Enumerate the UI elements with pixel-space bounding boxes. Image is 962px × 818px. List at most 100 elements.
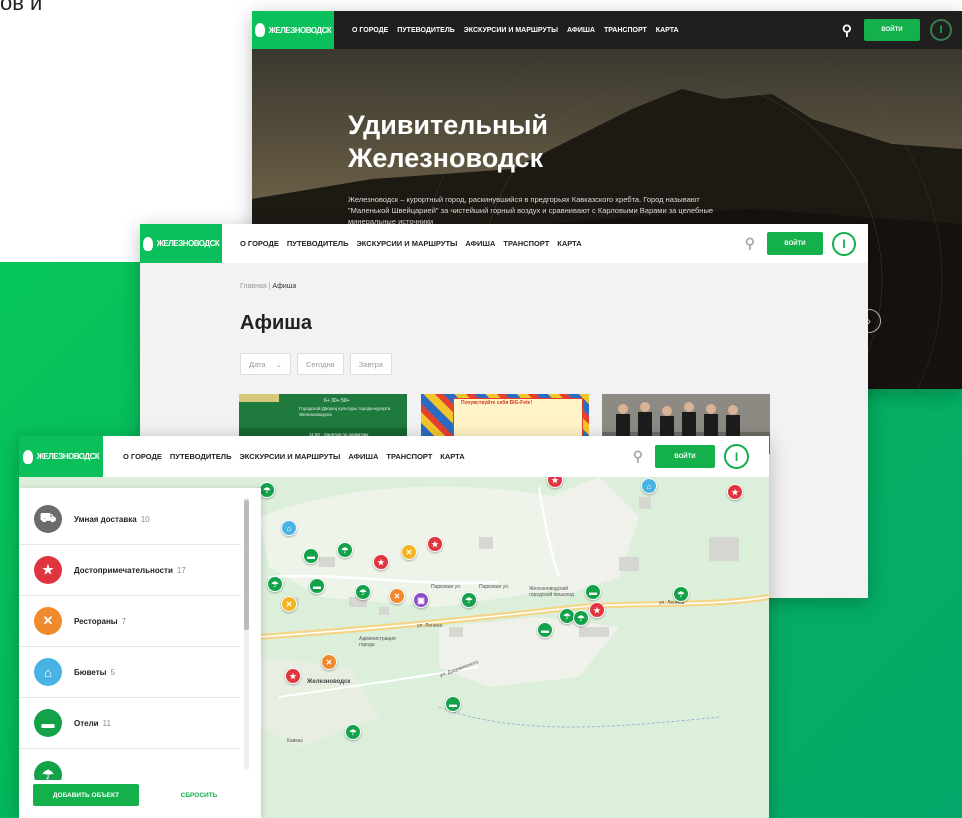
logo-text: ЖЕЛЕЗНОВОДСК	[36, 452, 100, 461]
logo-text: ЖЕЛЕЗНОВОДСК	[268, 25, 332, 35]
category-count: 10	[140, 514, 150, 524]
date-dropdown[interactable]: Дата ⌄	[240, 353, 291, 375]
map-pin-bed[interactable]: ▬	[303, 548, 319, 564]
search-icon[interactable]: ⚲	[745, 235, 755, 252]
category-label: Отели	[74, 718, 99, 728]
nav-item-about[interactable]: О ГОРОДЕ	[240, 239, 279, 248]
scrollbar-thumb[interactable]	[244, 500, 249, 630]
category-item[interactable]: ▬ Отели 11	[19, 698, 241, 749]
nav-item-map[interactable]: КАРТА	[557, 239, 581, 248]
category-count: 5	[110, 667, 115, 677]
nav-item-transport[interactable]: ТРАНСПОРТ	[503, 239, 549, 248]
map-pin-bed[interactable]: ▬	[309, 578, 325, 594]
street-label: Парковая ул.	[431, 584, 462, 590]
map-pin-umbrella[interactable]: ☂	[267, 576, 283, 592]
filter-today[interactable]: Сегодня	[296, 353, 344, 375]
map-pin-star[interactable]: ★	[427, 536, 443, 552]
add-object-button[interactable]: ДОБАВИТЬ ОБЪЕКТ	[33, 784, 139, 806]
map-pin-umbrella[interactable]: ☂	[355, 584, 371, 600]
cropped-heading-text: ов и	[0, 0, 43, 15]
nav-item-map[interactable]: КАРТА	[656, 27, 679, 34]
map-pin-umbrella[interactable]: ☂	[345, 724, 361, 740]
category-item[interactable]: ✕ Рестораны 7	[19, 596, 241, 647]
nav-item-transport[interactable]: ТРАНСПОРТ	[604, 27, 647, 34]
category-count: 11	[102, 718, 111, 728]
breadcrumb: Главная | Афиша	[240, 283, 297, 290]
map-pin-restaurant[interactable]: ✕	[389, 588, 405, 604]
hero-navbar: ЖЕЛЕЗНОВОДСК О ГОРОДЕ ПУТЕВОДИТЕЛЬ ЭКСКУ…	[252, 11, 962, 49]
nav-item-tours[interactable]: ЭКСКУРСИИ И МАРШРУТЫ	[356, 239, 457, 248]
map-pin-umbrella[interactable]: ☂	[673, 586, 689, 602]
map-pin-umbrella[interactable]: ☂	[337, 542, 353, 558]
map-pin-restaurant[interactable]: ✕	[281, 596, 297, 612]
filter-tomorrow[interactable]: Завтра	[349, 353, 392, 375]
nav-item-about[interactable]: О ГОРОДЕ	[352, 27, 388, 34]
nav-item-guide[interactable]: ПУТЕВОДИТЕЛЬ	[170, 452, 232, 461]
breadcrumb-current: Афиша	[272, 283, 297, 290]
fork-knife-icon: ✕	[34, 607, 62, 635]
nav-item-about[interactable]: О ГОРОДЕ	[123, 452, 162, 461]
map-navbar: ЖЕЛЕЗНОВОДСК О ГОРОДЕ ПУТЕВОДИТЕЛЬ ЭКСКУ…	[19, 436, 769, 477]
search-icon[interactable]: ⚲	[842, 22, 852, 39]
category-label: Достопримечательности	[74, 565, 173, 575]
login-button[interactable]: ВОЙТИ	[655, 445, 715, 468]
map-pin-umbrella[interactable]: ☂	[461, 592, 477, 608]
breadcrumb-home[interactable]: Главная	[240, 283, 267, 290]
map-pin-water[interactable]: ⌂	[641, 478, 657, 494]
info-icon[interactable]: i	[832, 231, 856, 256]
category-label: Рестораны	[74, 616, 118, 626]
logo-drop-icon	[22, 449, 33, 464]
map-pin-bed[interactable]: ▬	[445, 696, 461, 712]
street-label: Железноводский городской пешеход	[529, 586, 574, 598]
map-pin-restaurant[interactable]: ✕	[401, 544, 417, 560]
logo[interactable]: ЖЕЛЕЗНОВОДСК	[140, 224, 222, 263]
map-pin-cinema[interactable]: ▣	[413, 592, 429, 608]
street-label: Кавказ	[287, 738, 303, 744]
logo[interactable]: ЖЕЛЕЗНОВОДСК	[19, 436, 103, 477]
search-icon[interactable]: ⚲	[633, 448, 643, 465]
nav-item-afisha[interactable]: АФИША	[348, 452, 378, 461]
street-label: Парковая ул.	[479, 584, 510, 590]
category-label: Бюветы	[74, 667, 107, 677]
category-item[interactable]: ⌂ Бюветы 5	[19, 647, 241, 698]
map-pin-umbrella[interactable]: ☂	[573, 610, 589, 626]
category-panel: ⛟ Умная доставка 10 ★ Достопримечательно…	[19, 488, 261, 818]
map-pin-restaurant[interactable]: ✕	[321, 654, 337, 670]
logo-drop-icon	[254, 23, 265, 37]
category-count: 17	[176, 565, 186, 575]
info-icon[interactable]: i	[724, 444, 749, 469]
truck-icon: ⛟	[34, 505, 62, 533]
map-pin-bed[interactable]: ▬	[537, 622, 553, 638]
nav-item-map[interactable]: КАРТА	[440, 452, 464, 461]
water-icon: ⌂	[34, 658, 62, 686]
bed-icon: ▬	[34, 709, 62, 737]
map-pin-star[interactable]: ★	[373, 554, 389, 570]
nav-item-afisha[interactable]: АФИША	[567, 27, 595, 34]
street-label: Администрация города	[359, 636, 396, 648]
category-count: 7	[121, 616, 127, 626]
map-pin-bed[interactable]: ▬	[585, 584, 601, 600]
main-menu: О ГОРОДЕ ПУТЕВОДИТЕЛЬ ЭКСКУРСИИ И МАРШРУ…	[352, 27, 679, 34]
nav-item-tours[interactable]: ЭКСКУРСИИ И МАРШРУТЫ	[464, 27, 558, 34]
nav-item-afisha[interactable]: АФИША	[465, 239, 495, 248]
page-title: Афиша	[240, 312, 313, 334]
street-label: ул. Ленина	[417, 623, 443, 629]
reset-button[interactable]: СБРОСИТЬ	[159, 784, 239, 806]
map-pin-umbrella[interactable]: ☂	[259, 482, 275, 498]
map-screenshot: ул. Ленина ул. Ленина Парковая ул. Парко…	[19, 436, 769, 818]
nav-item-transport[interactable]: ТРАНСПОРТ	[386, 452, 432, 461]
map-pin-star[interactable]: ★	[727, 484, 743, 500]
nav-item-guide[interactable]: ПУТЕВОДИТЕЛЬ	[397, 27, 454, 34]
logo[interactable]: ЖЕЛЕЗНОВОДСК	[252, 11, 334, 49]
map-pin-water[interactable]: ⌂	[281, 520, 297, 536]
login-button[interactable]: ВОЙТИ	[767, 232, 823, 255]
map-pin-star[interactable]: ★	[285, 668, 301, 684]
info-icon[interactable]: i	[930, 19, 952, 41]
map-pin-star[interactable]: ★	[589, 602, 605, 618]
category-item[interactable]: ⛟ Умная доставка 10	[19, 494, 241, 545]
nav-item-guide[interactable]: ПУТЕВОДИТЕЛЬ	[287, 239, 349, 248]
hero-description: Железноводск – курортный город, раскинув…	[348, 195, 714, 226]
login-button[interactable]: ВОЙТИ	[864, 19, 920, 41]
nav-item-tours[interactable]: ЭКСКУРСИИ И МАРШРУТЫ	[239, 452, 340, 461]
category-item[interactable]: ★ Достопримечательности 17	[19, 545, 241, 596]
